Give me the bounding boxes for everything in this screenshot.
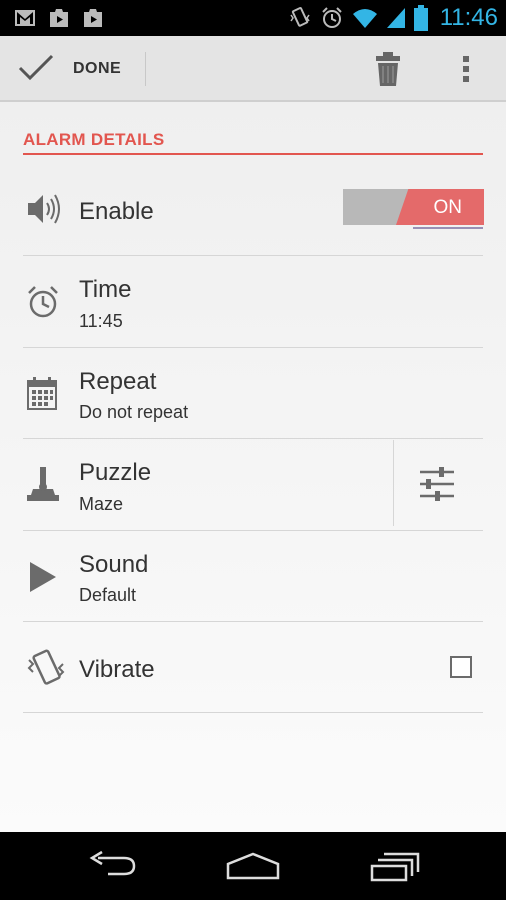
recent-apps-icon	[370, 852, 420, 882]
repeat-row[interactable]: Repeat Do not repeat	[23, 348, 483, 438]
trash-icon	[376, 52, 400, 86]
alarm-clock-icon	[28, 286, 58, 318]
delete-button[interactable]	[364, 46, 412, 92]
time-title: Time	[79, 276, 132, 303]
vibrate-checkbox[interactable]	[450, 656, 472, 678]
home-button[interactable]	[224, 848, 282, 889]
section-header: ALARM DETAILS	[23, 130, 165, 149]
repeat-value: Do not repeat	[79, 402, 189, 422]
vibrate-row[interactable]: Vibrate	[23, 622, 483, 712]
puzzle-title: Puzzle	[79, 459, 152, 486]
vibrate-mode-icon	[290, 7, 310, 27]
vibrate-title: Vibrate	[79, 656, 155, 683]
back-button[interactable]	[84, 848, 140, 889]
toggle-underline	[413, 227, 483, 229]
recent-apps-button[interactable]	[368, 848, 422, 889]
vibrate-phone-icon	[27, 649, 65, 685]
speaker-icon	[28, 194, 60, 224]
gmail-icon	[15, 10, 35, 26]
action-bar: DONE	[0, 36, 506, 102]
signal-icon	[386, 8, 405, 28]
overflow-menu-icon	[463, 56, 469, 82]
action-bar-divider	[145, 52, 146, 86]
sound-row[interactable]: Sound Default	[23, 531, 483, 621]
back-icon	[89, 850, 136, 876]
play-icon	[30, 562, 56, 592]
time-row[interactable]: Time 11:45	[23, 256, 483, 347]
wifi-icon	[352, 9, 377, 28]
checkmark-icon	[18, 54, 54, 81]
row-divider	[23, 712, 483, 713]
alarm-details-content: ALARM DETAILS Enable ON Time 11:45 Repea…	[0, 102, 506, 832]
play-store-icon	[50, 9, 68, 27]
done-button[interactable]: DONE	[0, 36, 146, 102]
joystick-icon	[27, 467, 59, 501]
sound-title: Sound	[79, 551, 149, 578]
alarm-icon	[322, 7, 342, 28]
puzzle-row[interactable]: Puzzle Maze	[23, 439, 393, 530]
sound-value: Default	[79, 585, 137, 605]
navigation-bar	[0, 832, 506, 900]
enable-toggle[interactable]: ON	[343, 189, 484, 225]
repeat-title: Repeat	[79, 368, 157, 395]
calendar-icon	[27, 377, 57, 410]
sliders-icon	[420, 467, 454, 501]
enable-title: Enable	[79, 198, 154, 225]
play-store-icon	[84, 9, 102, 27]
toggle-label: ON	[433, 197, 463, 218]
time-value: 11:45	[79, 311, 123, 331]
done-label: DONE	[73, 60, 122, 77]
puzzle-value: Maze	[79, 494, 124, 514]
puzzle-settings-button[interactable]	[414, 464, 460, 504]
home-icon	[226, 852, 280, 880]
clock: 11:46	[439, 4, 498, 31]
battery-icon	[413, 5, 428, 31]
status-bar: 11:46	[0, 0, 506, 36]
puzzle-action-divider	[393, 440, 394, 526]
section-divider	[23, 153, 483, 155]
overflow-menu-button[interactable]	[448, 46, 484, 92]
